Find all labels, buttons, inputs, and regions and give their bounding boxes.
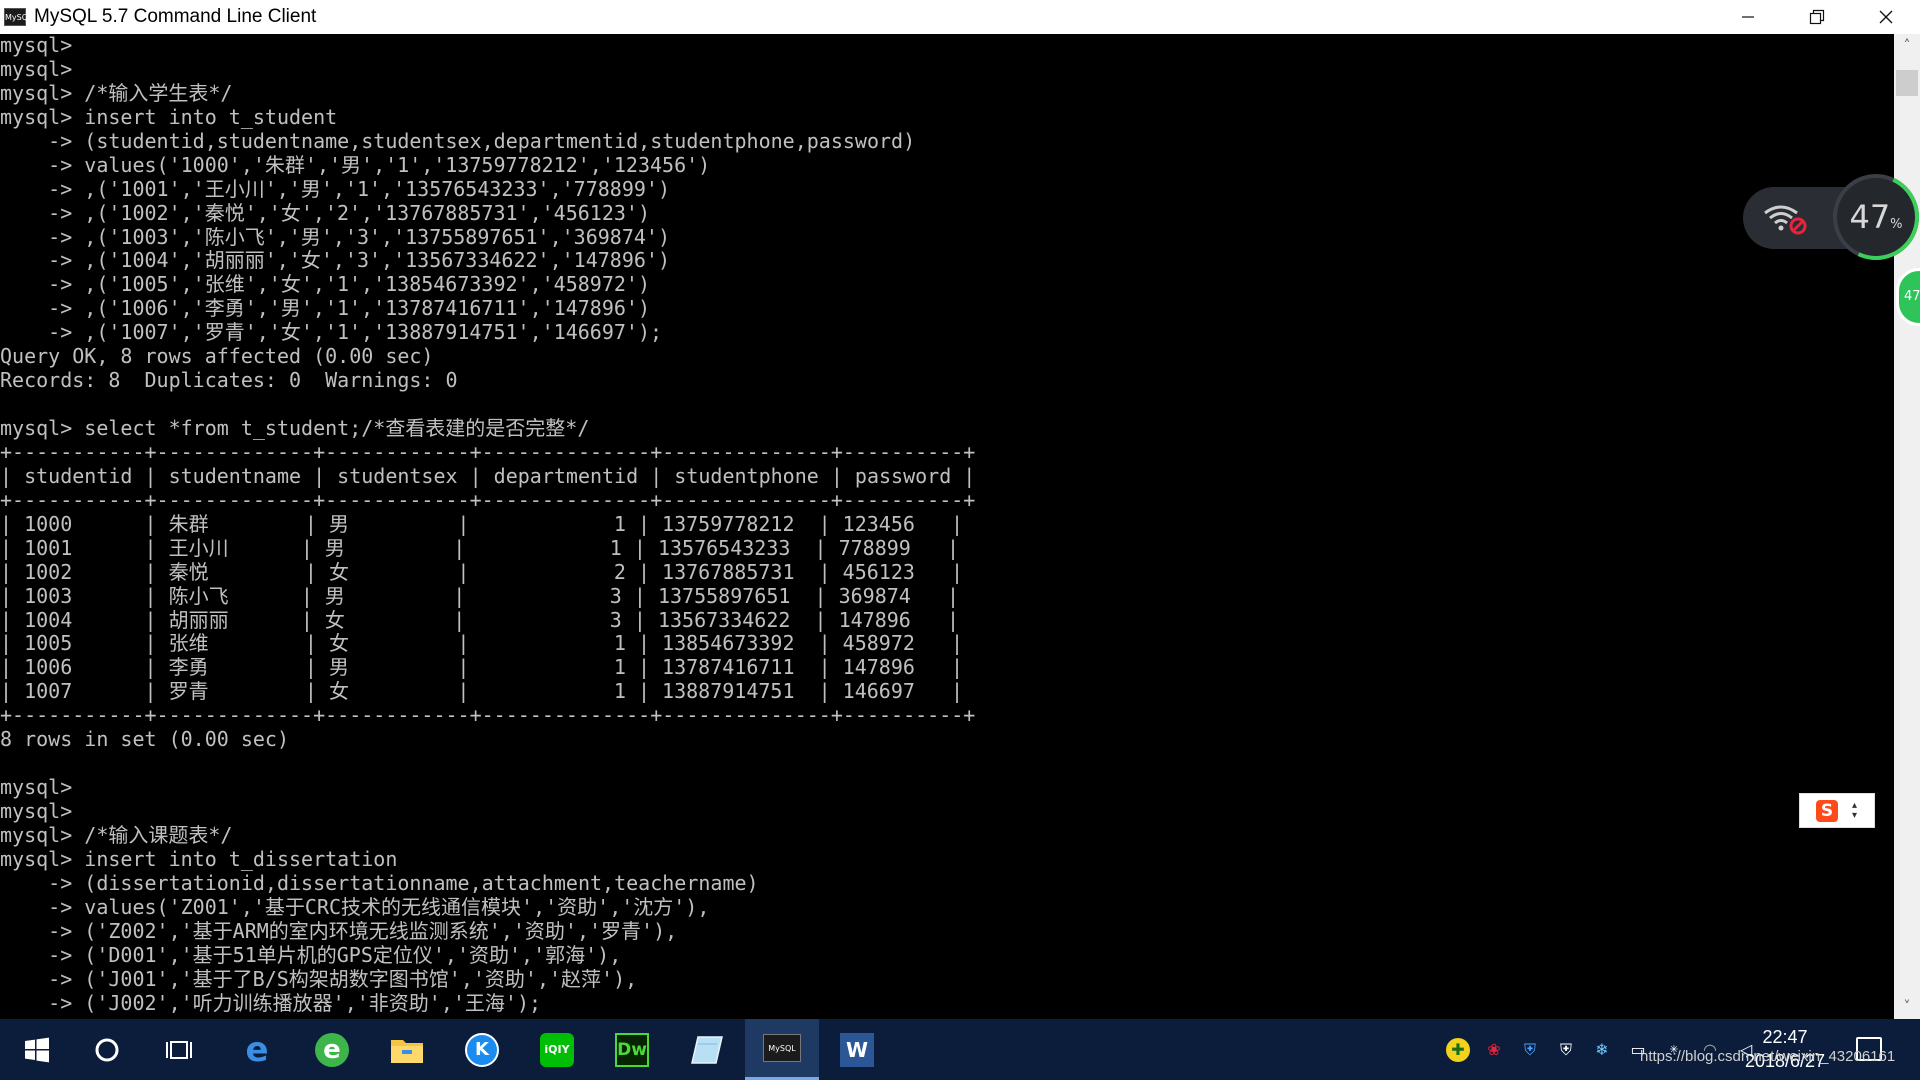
console-line: -> ,('1002','秦悦','女','2','13767885731','… [0,200,651,225]
console-line: mysql> [0,775,73,800]
console-line: mysql> insert into t_student [0,104,338,129]
kugou-icon: K [465,1032,499,1067]
file-explorer-button[interactable] [370,1019,444,1080]
console-line: -> ,('1003','陈小飞','男','3','13755897651',… [0,224,671,249]
console-line: | 1003 | 陈小飞 | 男 | 3 | 13755897651 | 369… [0,583,959,608]
scroll-down-button[interactable]: ˅ [1894,995,1920,1019]
taskbar: e e K iQIY Dw MySQL W ✚ ❀ ⛨ ⛨ ❄ ▭ ✳ ◠ ◁ … [0,1019,1920,1080]
chevron-up-icon: ˄ [1903,38,1911,54]
console-line: -> ('Z002','基于ARM的室内环境无线监测系统','资助','罗青')… [0,918,678,943]
console-line: | studentid | studentname | studentsex |… [0,463,976,488]
red-app-tray-icon[interactable]: ❀ [1482,1038,1506,1062]
iqiyi-icon: iQIY [540,1032,574,1067]
window-controls [1713,0,1920,34]
console-line: mysql> [0,56,73,81]
snowflake-icon[interactable]: ❄ [1590,1038,1614,1062]
browser-360-icon: e [315,1032,349,1067]
folder-icon [391,1039,423,1063]
cortana-icon [95,1038,119,1061]
console-line: | 1004 | 胡丽丽 | 女 | 3 | 13567334622 | 147… [0,607,959,632]
console-line: | 1002 | 秦悦 | 女 | 2 | 13767885731 | 4561… [0,559,964,584]
mysql-app-icon: MySQL [4,8,32,26]
console-line: 8 rows in set (0.00 sec) [0,727,289,752]
console-line: -> ,('1006','李勇','男','1','13787416711','… [0,296,651,321]
console-line: -> ,('1001','王小川','男','1','13576543233',… [0,176,671,201]
mysql-client-button[interactable]: MySQL [745,1019,819,1080]
console-line: | 1006 | 李勇 | 男 | 1 | 13787416711 | 1478… [0,655,964,680]
clock-time: 22:47 [1762,1027,1808,1047]
watermark-url: https://blog.csdn.net/weixin_43206161 [1640,1048,1896,1065]
console-line: | 1007 | 罗青 | 女 | 1 | 13887914751 | 1466… [0,679,964,704]
console-line: mysql> [0,34,73,57]
wifi-disconnected-icon [1764,205,1807,235]
windows-logo-icon [25,1037,49,1062]
start-button[interactable] [0,1019,74,1080]
restore-button[interactable] [1782,0,1851,34]
scroll-up-button[interactable]: ˄ [1894,34,1920,58]
edge-icon: e [245,1029,269,1070]
console-line: +-----------+-------------+------------+… [0,703,976,728]
console-line: | 1001 | 王小川 | 男 | 1 | 13576543233 | 778… [0,535,959,560]
console-line: Records: 8 Duplicates: 0 Warnings: 0 [0,368,458,393]
ime-expand-icon[interactable]: ▴ ▾ [1852,800,1857,821]
console-line: -> ,('1007','罗青','女','1','13887914751','… [0,320,663,345]
mysql-icon: MySQL [763,1034,801,1062]
console-line: -> (dissertationid,dissertationname,atta… [0,870,759,895]
console-line: Query OK, 8 rows affected (0.00 sec) [0,344,434,369]
console-text: mysql> mysql> mysql> /*输入学生表*/mysql> inser… [0,34,1894,1015]
restore-icon [1809,9,1824,25]
task-view-button[interactable] [142,1019,216,1080]
console-line: mysql> [0,799,73,823]
notebook-button[interactable] [670,1019,744,1080]
minimize-icon [1741,16,1754,18]
plus-tray-icon[interactable]: ✚ [1446,1037,1470,1062]
iqiyi-button[interactable]: iQIY [520,1019,594,1080]
console-line: -> ,('1004','胡丽丽','女','3','13567334622',… [0,248,671,273]
console-output[interactable]: mysql> mysql> mysql> /*输入学生表*/mysql> inser… [0,34,1894,1019]
cpu-percent-unit: % [1890,216,1903,232]
console-line: -> values('Z001','基于CRC技术的无线通信模块','资助','… [0,894,710,919]
console-line: | 1005 | 张维 | 女 | 1 | 13854673392 | 4589… [0,631,964,656]
word-button[interactable]: W [820,1019,894,1080]
console-line: | 1000 | 朱群 | 男 | 1 | 13759778212 | 1234… [0,511,964,536]
sogou-ime-icon: S [1816,799,1838,822]
console-line: mysql> insert into t_dissertation [0,846,398,871]
cpu-percent: 47 [1849,198,1891,236]
edge-button[interactable]: e [220,1019,294,1080]
window-title: MySQL 5.7 Command Line Client [34,6,317,27]
ime-toolbar[interactable]: S ▴ ▾ [1799,793,1875,828]
cpu-gauge[interactable]: 47 % [1833,174,1919,260]
console-line: +-----------+-------------+------------+… [0,487,976,512]
console-line: mysql> select *from t_student;/*查看表建的是否完… [0,416,590,440]
console-line: mysql> /*输入学生表*/ [0,80,233,105]
dreamweaver-icon: Dw [615,1032,649,1067]
minimize-button[interactable] [1713,0,1782,34]
console-line: -> values('1000','朱群','男','1','137597782… [0,152,711,177]
console-line: -> ('J001','基于了B/S构架胡数字图书馆','资助','赵萍'), [0,966,638,991]
console-line: mysql> /*输入课题表*/ [0,822,233,847]
close-icon [1879,10,1892,24]
shield-icon[interactable]: ⛨ [1518,1038,1542,1062]
scroll-thumb[interactable] [1896,70,1918,96]
dreamweaver-button[interactable]: Dw [595,1019,669,1080]
security-shield-icon[interactable]: ⛨ [1554,1038,1578,1062]
task-view-icon [166,1040,192,1059]
console-line: +-----------+-------------+------------+… [0,439,976,464]
console-line: -> ,('1005','张维','女','1','13854673392','… [0,272,651,297]
chevron-down-icon: ˅ [1903,999,1911,1015]
console-line: -> (studentid,studentname,studentsex,dep… [0,128,916,153]
close-button[interactable] [1851,0,1920,34]
word-icon: W [840,1032,874,1067]
search-button[interactable] [70,1019,144,1080]
browser-360-button[interactable]: e [295,1019,369,1080]
window-title-bar[interactable]: MySQL MySQL 5.7 Command Line Client [0,0,1920,34]
kugou-button[interactable]: K [445,1019,519,1080]
console-line: -> ('D001','基于51单片机的GPS定位仪','资助','郭海'), [0,942,622,967]
console-line: -> ('J002','听力训练播放器','非资助','王海'); [0,990,542,1015]
notebook-icon [691,1035,723,1064]
